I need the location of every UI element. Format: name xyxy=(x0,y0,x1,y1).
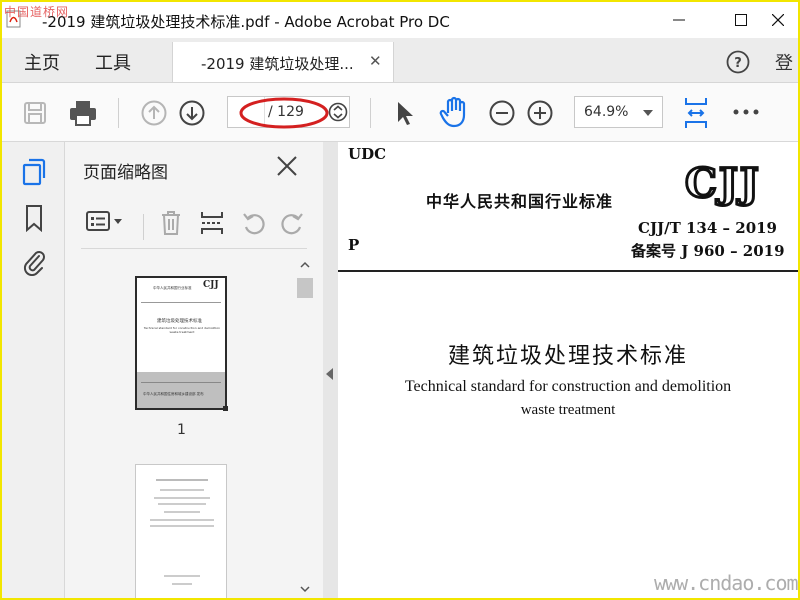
doc-cjj-logo: CJJ xyxy=(684,160,761,207)
collapse-panel-icon[interactable] xyxy=(326,368,333,380)
rotate-left-button[interactable] xyxy=(241,210,267,236)
options-menu-icon xyxy=(86,211,122,231)
navigation-rail xyxy=(2,142,65,598)
watermark-bottom: www.cndao.com xyxy=(654,571,798,595)
page-extract-icon xyxy=(201,212,223,234)
minimize-icon xyxy=(673,19,685,21)
attachment-icon[interactable] xyxy=(21,248,47,276)
document-tab[interactable]: -2019 建筑垃圾处理... ✕ xyxy=(172,42,394,82)
extract-page-button[interactable] xyxy=(199,210,225,236)
menu-bar: 主页 工具 -2019 建筑垃圾处理... ✕ xyxy=(2,38,798,83)
zoom-out-icon xyxy=(489,100,515,126)
help-icon[interactable]: ? xyxy=(726,50,750,74)
thumbnail-page-2[interactable] xyxy=(135,464,227,598)
scroll-up-icon[interactable] xyxy=(300,260,310,270)
trash-icon xyxy=(162,211,180,235)
thumb-footer: 中华人民共和国住房和城乡建设部 发布 xyxy=(143,392,204,396)
select-tool-button[interactable] xyxy=(392,98,418,128)
more-tools-button[interactable] xyxy=(732,102,760,122)
close-icon xyxy=(772,14,784,26)
minimize-button[interactable] xyxy=(656,4,702,36)
thumbnail-page-1[interactable]: 中华人民共和国行业标准 CJJ 建筑垃圾处理技术标准 Technical sta… xyxy=(135,276,228,411)
app-window: 中国道桥网 -2019 建筑垃圾处理技术标准.pdf - Adobe Acrob… xyxy=(0,0,800,600)
thumbnail-options-button[interactable] xyxy=(85,210,125,234)
thumb-english-title: Technical standard for construction and … xyxy=(143,326,221,334)
print-button[interactable] xyxy=(68,98,98,128)
thumbnails-panel: 页面缩略图 中华人民共和国行业标准 CJJ 建筑垃圾处理技术标准 Technic… xyxy=(65,142,324,598)
zoom-in-button[interactable] xyxy=(527,100,553,126)
more-icon xyxy=(733,109,759,115)
doc-udc: UDC xyxy=(348,145,387,163)
hand-icon xyxy=(439,96,466,128)
thumb-title: 建筑垃圾处理技术标准 xyxy=(157,319,202,324)
title-bar: 中国道桥网 -2019 建筑垃圾处理技术标准.pdf - Adobe Acrob… xyxy=(2,2,798,38)
hand-tool-button[interactable] xyxy=(438,96,470,128)
doc-header-rule xyxy=(338,270,798,272)
save-button[interactable] xyxy=(22,100,48,126)
zoom-out-button[interactable] xyxy=(489,100,515,126)
panel-title: 页面缩略图 xyxy=(83,163,168,183)
zoom-in-icon xyxy=(527,100,553,126)
rotate-clockwise-icon xyxy=(281,213,303,235)
highlight-ellipse-annotation xyxy=(238,96,330,130)
thumb-logo: CJJ xyxy=(203,280,219,290)
thumb-header: 中华人民共和国行业标准 xyxy=(153,286,192,290)
doc-title-english-line1: Technical standard for construction and … xyxy=(404,378,732,395)
scroll-down-icon[interactable] xyxy=(300,584,310,594)
thumbnail-page-number: 1 xyxy=(177,422,186,438)
doc-category-p: P xyxy=(348,236,360,254)
delete-page-button[interactable] xyxy=(159,210,183,236)
doc-standard-code: CJJ/T 134 – 2019 xyxy=(638,219,777,237)
next-page-button[interactable] xyxy=(179,100,205,126)
nav-tools[interactable]: 工具 xyxy=(95,49,131,75)
svg-text:?: ? xyxy=(734,56,742,71)
doc-title-chinese: 建筑垃圾处理技术标准 xyxy=(447,344,688,369)
maximize-icon xyxy=(735,14,747,26)
window-title: -2019 建筑垃圾处理技术标准.pdf - Adobe Acrobat Pro… xyxy=(42,13,450,31)
close-panel-icon[interactable] xyxy=(275,154,299,178)
thumbnail-scrollbar[interactable] xyxy=(297,254,313,598)
fit-width-button[interactable] xyxy=(682,96,710,130)
signin-link[interactable]: 登 xyxy=(775,49,793,75)
zoom-dropdown[interactable]: 64.9% xyxy=(574,96,663,128)
arrow-up-icon xyxy=(141,100,167,126)
previous-page-button[interactable] xyxy=(141,100,167,126)
tab-close-icon[interactable]: ✕ xyxy=(369,52,382,70)
panel-toolbar xyxy=(65,198,323,246)
bookmark-icon[interactable] xyxy=(21,204,47,232)
doc-record-number: 备案号 J 960 – 2019 xyxy=(631,242,785,260)
close-window-button[interactable] xyxy=(756,4,798,36)
page-thumbnails-icon[interactable] xyxy=(21,158,47,186)
print-icon xyxy=(70,101,96,126)
page-spin-icon[interactable] xyxy=(328,102,348,122)
thumbnail-list: 中华人民共和国行业标准 CJJ 建筑垃圾处理技术标准 Technical sta… xyxy=(65,254,295,598)
arrow-down-icon xyxy=(179,100,205,126)
rotate-counterclockwise-icon xyxy=(243,213,265,235)
document-page: UDC 中华人民共和国行业标准 CJJ CJJ/T 134 – 2019 P 备… xyxy=(338,142,798,598)
chevron-down-icon xyxy=(643,110,653,116)
cursor-arrow-icon xyxy=(398,102,413,125)
save-icon xyxy=(24,102,46,124)
document-tab-label: -2019 建筑垃圾处理... xyxy=(201,55,354,73)
fit-page-width-icon xyxy=(685,98,707,128)
nav-home[interactable]: 主页 xyxy=(24,49,60,75)
zoom-value: 64.9% xyxy=(584,104,629,120)
scrollbar-thumb[interactable] xyxy=(297,278,313,298)
doc-standard-type: 中华人民共和国行业标准 xyxy=(426,192,614,211)
rotate-right-button[interactable] xyxy=(279,210,305,236)
doc-title-english-line2: waste treatment xyxy=(520,402,616,418)
